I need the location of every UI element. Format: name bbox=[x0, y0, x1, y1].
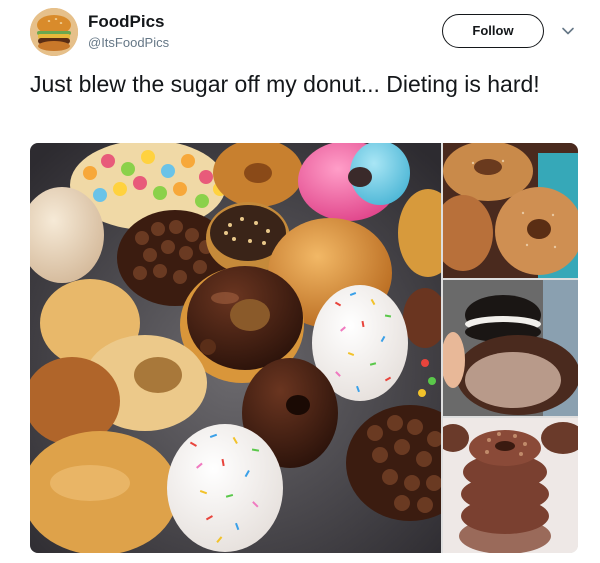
user-handle[interactable]: @ItsFoodPics bbox=[88, 33, 169, 53]
tweet-header: FoodPics @ItsFoodPics Follow bbox=[30, 8, 580, 58]
display-name[interactable]: FoodPics bbox=[88, 12, 169, 32]
tweet-card: FoodPics @ItsFoodPics Follow Just blew t… bbox=[0, 0, 600, 563]
burger-avatar-icon bbox=[30, 8, 78, 56]
oreo-donut-photo[interactable] bbox=[443, 280, 578, 416]
author-name-block[interactable]: FoodPics @ItsFoodPics bbox=[88, 12, 169, 53]
media-grid bbox=[30, 143, 578, 553]
follow-button[interactable]: Follow bbox=[442, 14, 544, 48]
tweet-text: Just blew the sugar off my donut... Diet… bbox=[30, 71, 540, 97]
donut-platter-photo[interactable] bbox=[30, 143, 441, 553]
chevron-down-icon[interactable] bbox=[561, 24, 575, 38]
chocolate-donut-stack-photo[interactable] bbox=[443, 418, 578, 553]
avatar[interactable] bbox=[30, 8, 78, 56]
cinnamon-sugar-donuts-photo[interactable] bbox=[443, 143, 578, 278]
